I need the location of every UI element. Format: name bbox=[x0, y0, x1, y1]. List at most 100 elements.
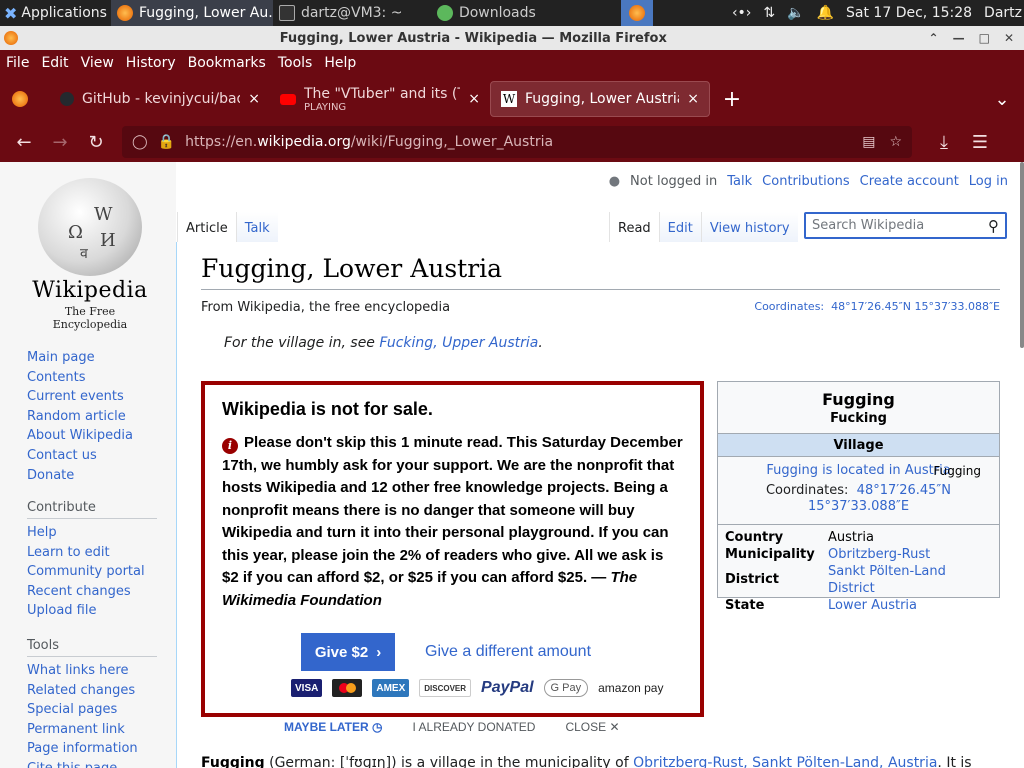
close-tab-icon[interactable]: × bbox=[468, 91, 480, 107]
nav-community-portal[interactable]: Community portal bbox=[27, 562, 157, 582]
state-link[interactable]: Lower Austria bbox=[828, 598, 917, 613]
tab-article[interactable]: Article bbox=[177, 212, 236, 242]
task-terminal[interactable]: dartz@VM3: ~ bbox=[273, 0, 431, 26]
reader-view-icon[interactable]: ▤ bbox=[862, 134, 875, 150]
user-icon: ● bbox=[608, 174, 621, 189]
reload-button[interactable]: ↻ bbox=[78, 124, 114, 160]
notification-bell-icon[interactable]: 🔔 bbox=[817, 5, 834, 21]
page-scrollbar[interactable] bbox=[1020, 162, 1024, 348]
personal-talk-link[interactable]: Talk bbox=[727, 174, 752, 189]
tab-read[interactable]: Read bbox=[609, 212, 659, 242]
tab-view-history[interactable]: View history bbox=[700, 212, 798, 242]
maybe-later-button[interactable]: MAYBE LATER ◷ bbox=[284, 720, 383, 734]
nav-main-page[interactable]: Main page bbox=[27, 348, 157, 368]
firefox-icon bbox=[12, 91, 28, 107]
search-input[interactable]: Search Wikipedia ⚲ bbox=[804, 212, 1007, 239]
discover-icon: DISCOVER bbox=[419, 679, 472, 697]
menu-help[interactable]: Help bbox=[318, 55, 362, 71]
nav-recent-changes[interactable]: Recent changes bbox=[27, 582, 157, 602]
give-different-amount-link[interactable]: Give a different amount bbox=[425, 643, 591, 661]
menu-tools[interactable]: Tools bbox=[272, 55, 319, 71]
wikipedia-icon: W bbox=[501, 91, 517, 107]
tab-label: The "VTuber" and its (Tec bbox=[304, 85, 460, 102]
nav-related-changes[interactable]: Related changes bbox=[27, 681, 157, 701]
minimize-icon[interactable]: — bbox=[953, 31, 965, 45]
already-donated-button[interactable]: I ALREADY DONATED bbox=[413, 720, 536, 734]
search-icon[interactable]: ⚲ bbox=[988, 217, 999, 235]
municipality-link[interactable]: Obritzberg-Rust bbox=[828, 547, 930, 562]
nav-current-events[interactable]: Current events bbox=[27, 387, 157, 407]
shield-icon[interactable]: ◯ bbox=[132, 134, 148, 150]
workspace-switcher[interactable] bbox=[620, 0, 653, 26]
lock-icon[interactable]: 🔒 bbox=[158, 134, 175, 150]
bookmark-star-icon[interactable]: ☆ bbox=[889, 134, 902, 150]
menu-bookmarks[interactable]: Bookmarks bbox=[182, 55, 272, 71]
page-title: Fugging, Lower Austria bbox=[201, 254, 1000, 290]
nav-special-pages[interactable]: Special pages bbox=[27, 700, 157, 720]
tab-youtube[interactable]: The "VTuber" and its (Tec PLAYING × bbox=[270, 81, 490, 117]
body-link[interactable]: Obritzberg-Rust, Sankt Pölten-Land, Aust… bbox=[633, 755, 937, 768]
close-banner-button[interactable]: CLOSE ✕ bbox=[565, 720, 619, 734]
url-text[interactable]: https://en.wikipedia.org/wiki/Fugging,_L… bbox=[185, 134, 553, 150]
new-tab-button[interactable]: + bbox=[714, 81, 750, 117]
google-pay-icon: G Pay bbox=[543, 679, 589, 697]
github-icon bbox=[60, 92, 74, 106]
xfce-icon: ✖ bbox=[4, 3, 18, 23]
nav-donate[interactable]: Donate bbox=[27, 466, 157, 486]
nav-contact[interactable]: Contact us bbox=[27, 446, 157, 466]
menu-file[interactable]: File bbox=[0, 55, 35, 71]
location-map-link[interactable]: Fugging is located in Austria bbox=[766, 463, 950, 478]
menu-history[interactable]: History bbox=[120, 55, 182, 71]
tab-github[interactable]: GitHub - kevinjycui/bad-a × bbox=[50, 81, 270, 117]
tab-talk[interactable]: Talk bbox=[235, 212, 278, 242]
nav-random-article[interactable]: Random article bbox=[27, 407, 157, 427]
banner-title: Wikipedia is not for sale. bbox=[222, 399, 433, 419]
mastercard-icon bbox=[332, 679, 363, 697]
network-icon[interactable]: ‹•› bbox=[732, 5, 751, 21]
nav-help[interactable]: Help bbox=[27, 523, 157, 543]
hatnote-link[interactable]: Fucking, Upper Austria bbox=[379, 335, 538, 351]
close-icon[interactable]: ✕ bbox=[1004, 31, 1014, 45]
transfer-icon[interactable]: ⇅ bbox=[763, 5, 775, 21]
give-button[interactable]: Give $2 › bbox=[301, 633, 395, 671]
close-tab-icon[interactable]: × bbox=[687, 91, 699, 107]
window-shade-icon[interactable]: ⌃ bbox=[929, 31, 939, 45]
menu-view[interactable]: View bbox=[75, 55, 120, 71]
nav-what-links-here[interactable]: What links here bbox=[27, 661, 157, 681]
applications-menu[interactable]: ✖ Applications bbox=[0, 0, 111, 26]
tab-edit[interactable]: Edit bbox=[658, 212, 701, 242]
url-bar[interactable]: ◯ 🔒 https://en.wikipedia.org/wiki/Fuggin… bbox=[122, 126, 912, 158]
nav-learn-to-edit[interactable]: Learn to edit bbox=[27, 543, 157, 563]
maximize-icon[interactable]: □ bbox=[979, 31, 990, 45]
contributions-link[interactable]: Contributions bbox=[762, 174, 850, 189]
nav-about[interactable]: About Wikipedia bbox=[27, 426, 157, 446]
infobox-coordinates: Coordinates: 48°17′26.45″N 15°37′33.088″… bbox=[765, 482, 952, 515]
table-row: District Sankt Pölten-Land District bbox=[725, 563, 946, 596]
back-button[interactable]: ← bbox=[6, 124, 42, 160]
table-row: Country Austria bbox=[725, 529, 874, 545]
app-menu-icon[interactable]: ☰ bbox=[962, 124, 998, 160]
user-menu[interactable]: Dartz bbox=[984, 5, 1022, 21]
create-account-link[interactable]: Create account bbox=[860, 174, 959, 189]
clock[interactable]: Sat 17 Dec, 15:28 bbox=[846, 5, 972, 21]
nav-contents[interactable]: Contents bbox=[27, 368, 157, 388]
task-firefox[interactable]: Fugging, Lower Au... bbox=[110, 0, 273, 26]
firefox-view-button[interactable] bbox=[2, 81, 38, 117]
nav-upload-file[interactable]: Upload file bbox=[27, 601, 157, 621]
forward-button[interactable]: → bbox=[42, 124, 78, 160]
menu-edit[interactable]: Edit bbox=[35, 55, 74, 71]
close-tab-icon[interactable]: × bbox=[248, 91, 260, 107]
log-in-link[interactable]: Log in bbox=[969, 174, 1008, 189]
nav-page-information[interactable]: Page information bbox=[27, 739, 157, 759]
district-link[interactable]: Sankt Pölten-Land District bbox=[828, 564, 946, 596]
downloads-icon[interactable]: ⤓ bbox=[926, 124, 962, 160]
wikipedia-logo[interactable]: W Ω И व Wikipedia The Free Encyclopedia bbox=[28, 178, 152, 331]
tab-wikipedia[interactable]: W Fugging, Lower Austria - × bbox=[490, 81, 710, 117]
coordinates-top[interactable]: Coordinates: 48°17′26.45″N 15°37′33.088″… bbox=[754, 300, 1000, 315]
task-downloads[interactable]: Downloads bbox=[431, 0, 581, 26]
volume-icon[interactable]: 🔈 bbox=[787, 5, 804, 21]
nav-permanent-link[interactable]: Permanent link bbox=[27, 720, 157, 740]
list-tabs-icon[interactable]: ⌄ bbox=[984, 81, 1020, 117]
nav-cite-this-page[interactable]: Cite this page bbox=[27, 759, 157, 768]
contribute-heading: Contribute bbox=[27, 500, 157, 519]
